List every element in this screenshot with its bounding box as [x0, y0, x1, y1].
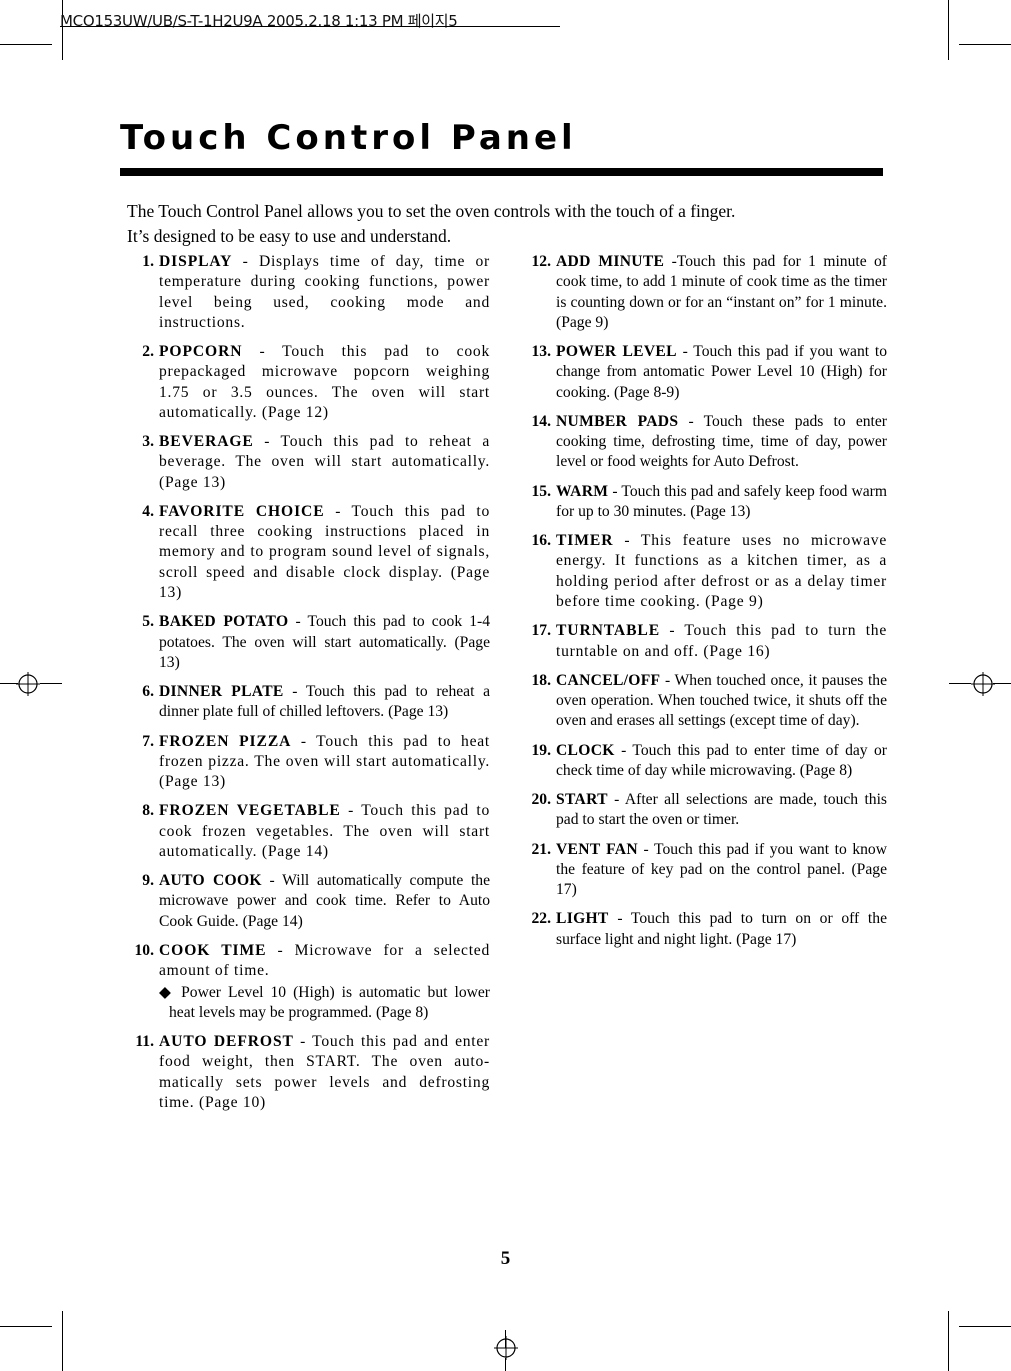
list-item-number: 20. — [531, 791, 552, 809]
list-item-term: START — [556, 791, 608, 809]
list-item-number: 1. — [142, 253, 154, 270]
list-item-body: FAVORITE CHOICE - Touch this pad to reca… — [159, 502, 490, 603]
list-item-number: 12. — [531, 253, 552, 270]
list-item-number: 14. — [531, 412, 552, 430]
list-item-body: TIMER - This feature uses no microwave e… — [556, 531, 887, 612]
list-item-number: 8. — [142, 802, 154, 820]
list-item: 4. FAVORITE CHOICE - Touch this pad to r… — [127, 502, 490, 603]
list-item: 1. DISPLAY - Displays time of day, time … — [127, 252, 490, 333]
list-item-term: CANCEL/OFF — [556, 671, 661, 689]
list-item-number: 16. — [531, 532, 552, 550]
list-item-body: LIGHT - Touch this pad to turn on or off… — [556, 909, 887, 950]
list-item: 18. CANCEL/OFF - When touched once, it p… — [524, 671, 888, 732]
list-item-term: VENT FAN — [556, 840, 638, 858]
list-item-number: 21. — [531, 840, 552, 858]
list-item-number: 22. — [531, 910, 552, 928]
list-item-number: 18. — [531, 671, 552, 689]
list-item-body: TURNTABLE - Touch this pad to turn the t… — [556, 621, 887, 662]
list-item: 5. BAKED POTATO - Touch this pad to cook… — [127, 612, 490, 673]
list-item-number: 10. — [134, 941, 155, 959]
list-item-term: AUTO DEFROST — [159, 1033, 294, 1051]
document-page: Touch Control Panel The Touch Control Pa… — [0, 0, 1011, 1371]
list-item-body: WARM - Touch this pad and safely keep fo… — [556, 482, 887, 523]
list-item: 16. TIMER - This feature uses no microwa… — [524, 531, 887, 612]
list-item-term: DINNER PLATE — [159, 683, 284, 701]
list-item-number: 11. — [135, 1033, 154, 1051]
list-item: 13. POWER LEVEL - Touch this pad if you … — [524, 342, 888, 403]
list-item-number: 7. — [142, 732, 154, 750]
list-item-number: 3. — [142, 433, 154, 451]
list-item-body: BEVERAGE - Touch this pad to reheat a be… — [159, 432, 490, 493]
list-item-term: DISPLAY — [159, 253, 233, 270]
feature-list-column-right: 12. ADD MINUTE -Touch this pad for 1 min… — [524, 252, 888, 959]
list-item-body: FROZEN PIZZA - Touch this pad to heat fr… — [159, 732, 490, 793]
list-item-term: ADD MINUTE — [556, 253, 665, 270]
list-item-number: 6. — [142, 683, 154, 701]
list-item: 11. AUTO DEFROST - Touch this pad and en… — [127, 1032, 490, 1113]
list-item: 8. FROZEN VEGETABLE - Touch this pad to … — [127, 801, 490, 862]
list-item-body: POWER LEVEL - Touch this pad if you want… — [556, 342, 887, 403]
list-item-term: COOK TIME — [159, 941, 267, 959]
list-item-term: FROZEN PIZZA — [159, 732, 292, 750]
intro-paragraph: The Touch Control Panel allows you to se… — [127, 199, 887, 250]
list-item-number: 17. — [531, 622, 552, 640]
list-item-body: CANCEL/OFF - When touched once, it pause… — [556, 671, 887, 732]
list-item: 2. POPCORN - Touch this pad to cook prep… — [127, 342, 490, 423]
list-item-term: BEVERAGE — [159, 433, 254, 451]
list-item: 14. NUMBER PADS - Touch these pads to en… — [524, 412, 888, 473]
list-item-body: VENT FAN - Touch this pad if you want to… — [556, 840, 887, 901]
list-item: 20. START - After all selections are mad… — [524, 790, 888, 831]
feature-list-column-left: 1. DISPLAY - Displays time of day, time … — [127, 252, 491, 1122]
list-item-term: LIGHT — [556, 910, 609, 928]
list-item: 7. FROZEN PIZZA - Touch this pad to heat… — [127, 732, 490, 793]
list-item-term: TURNTABLE — [556, 622, 660, 640]
list-item-number: 13. — [531, 343, 552, 361]
list-item-term: POPCORN — [159, 343, 243, 361]
list-item-body: AUTO DEFROST - Touch this pad and enter … — [159, 1032, 490, 1113]
list-item-body: DINNER PLATE - Touch this pad to reheat … — [159, 682, 490, 723]
list-item-subnote: ◆ Power Level 10 (High) is automatic but… — [159, 983, 490, 1021]
list-item: 19. CLOCK - Touch this pad to enter time… — [524, 741, 888, 782]
list-item-term: AUTO COOK — [159, 872, 262, 890]
list-item-body: START - After all selections are made, t… — [556, 790, 887, 831]
list-item-body: FROZEN VEGETABLE - Touch this pad to coo… — [159, 801, 490, 862]
list-item-number: 5. — [142, 613, 154, 631]
page-title: Touch Control Panel — [120, 118, 577, 158]
list-item-body: AUTO COOK - Will automatically compute t… — [159, 871, 490, 932]
list-item-term: FROZEN VEGETABLE — [159, 802, 341, 820]
list-item-term: CLOCK — [556, 741, 615, 759]
list-item-term: FAVORITE CHOICE — [159, 502, 325, 520]
list-item-body: COOK TIME - Microwave for a selected amo… — [159, 941, 490, 1023]
list-item: 21. VENT FAN - Touch this pad if you wan… — [524, 840, 888, 901]
list-item-term: BAKED POTATO — [159, 613, 289, 631]
list-item-number: 9. — [142, 872, 154, 890]
list-item-term: POWER LEVEL — [556, 343, 677, 361]
list-item: 10. COOK TIME - Microwave for a selected… — [127, 941, 491, 1023]
list-item: 17. TURNTABLE - Touch this pad to turn t… — [524, 621, 887, 662]
list-item: 9. AUTO COOK - Will automatically comput… — [127, 871, 490, 932]
list-item: 3. BEVERAGE - Touch this pad to reheat a… — [127, 432, 490, 493]
list-item-body: POPCORN - Touch this pad to cook prepack… — [159, 342, 490, 423]
page-number: 5 — [500, 1248, 511, 1269]
list-item-term: TIMER — [556, 532, 614, 550]
list-item-body: DISPLAY - Displays time of day, time or … — [159, 252, 490, 333]
intro-line-2: It’s designed to be easy to use and unde… — [127, 226, 452, 247]
list-item: 15. WARM - Touch this pad and safely kee… — [524, 482, 888, 523]
list-item-body: ADD MINUTE -Touch this pad for 1 minute … — [556, 252, 887, 333]
list-item: 6. DINNER PLATE - Touch this pad to rehe… — [127, 682, 490, 723]
list-item-term: NUMBER PADS — [556, 412, 679, 430]
list-item: 22. LIGHT - Touch this pad to turn on or… — [524, 909, 888, 950]
title-rule-extension — [645, 168, 883, 172]
list-item-term: WARM — [556, 482, 609, 500]
list-item-number: 15. — [531, 482, 552, 500]
intro-line-1: The Touch Control Panel allows you to se… — [127, 201, 736, 221]
list-item-body: NUMBER PADS - Touch these pads to enter … — [556, 412, 887, 473]
list-item: 12. ADD MINUTE -Touch this pad for 1 min… — [524, 252, 888, 333]
list-item-number: 19. — [531, 741, 552, 759]
list-item-number: 4. — [142, 502, 154, 520]
list-item-body: CLOCK - Touch this pad to enter time of … — [556, 741, 887, 782]
list-item-number: 2. — [142, 343, 154, 361]
list-item-body: BAKED POTATO - Touch this pad to cook 1-… — [159, 612, 490, 673]
